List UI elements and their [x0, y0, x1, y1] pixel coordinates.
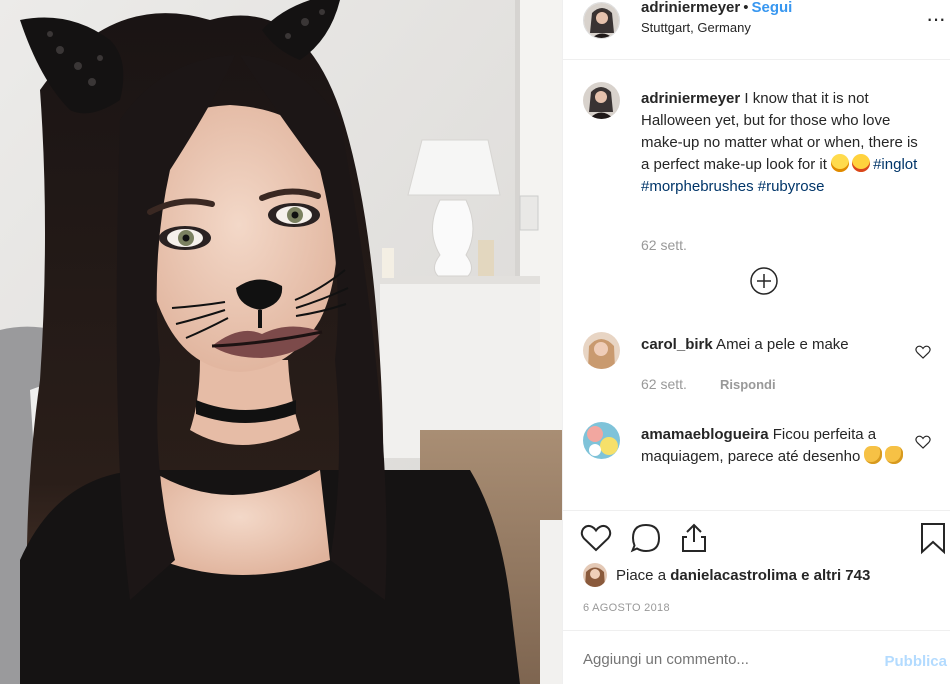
- comments-list: adriniermeyer I know that it is not Hall…: [563, 60, 950, 510]
- commenter-avatar[interactable]: [583, 422, 620, 459]
- post-image: [0, 0, 562, 684]
- liker-avatar[interactable]: [583, 563, 607, 587]
- comment-username[interactable]: amamaeblogueira: [641, 426, 769, 443]
- clapping-hands-icon: [864, 446, 883, 464]
- location-link[interactable]: Stuttgart, Germany: [641, 20, 751, 35]
- comment-body: Amei a pele e make: [712, 336, 849, 353]
- likes-prefix: Piace a: [616, 567, 671, 584]
- hashtag-rubyrose[interactable]: #rubyrose: [758, 178, 825, 195]
- caption-text: adriniermeyer I know that it is not Hall…: [641, 88, 926, 198]
- comment-input[interactable]: [583, 651, 853, 668]
- comment-icon[interactable]: [629, 521, 663, 555]
- post-header: adriniermeyer • Segui Stuttgart, Germany ·…: [563, 0, 950, 60]
- like-comment-heart-icon[interactable]: [915, 344, 931, 360]
- like-comment-heart-icon[interactable]: [915, 434, 931, 450]
- hashtag-morphebrushes[interactable]: #morphebrushes: [641, 178, 754, 195]
- post-sidebar: adriniermeyer • Segui Stuttgart, Germany ·…: [562, 0, 950, 684]
- post-actions: Piace a danielacastrolima e altri 743 6 …: [563, 510, 950, 630]
- author-row: adriniermeyer • Segui: [641, 0, 792, 16]
- comment-username[interactable]: carol_birk: [641, 336, 713, 353]
- liker-username[interactable]: danielacastrolima: [670, 567, 797, 584]
- post-photo[interactable]: [0, 0, 562, 684]
- comment-text: amamaeblogueira Ficou perfeita a maquiag…: [641, 424, 926, 468]
- smiling-face-icon: [831, 154, 850, 172]
- author-avatar[interactable]: [583, 2, 620, 39]
- hashtag-inglot[interactable]: #inglot: [873, 156, 917, 173]
- caption-avatar[interactable]: [583, 82, 620, 119]
- clapping-hands-icon: [885, 446, 904, 464]
- star-struck-icon: [852, 154, 871, 172]
- share-icon[interactable]: [677, 521, 711, 555]
- separator-dot: •: [743, 0, 749, 16]
- post-date[interactable]: 6 AGOSTO 2018: [583, 602, 670, 614]
- add-comment-bar: Pubblica: [563, 630, 950, 684]
- reply-button[interactable]: Rispondi: [720, 377, 776, 392]
- follow-button[interactable]: Segui: [752, 0, 793, 16]
- author-username[interactable]: adriniermeyer: [641, 0, 740, 16]
- publish-button[interactable]: Pubblica: [884, 653, 947, 670]
- plus-circle-icon[interactable]: [749, 266, 779, 296]
- bookmark-icon[interactable]: [919, 521, 947, 555]
- likes-others[interactable]: e altri 743: [797, 567, 870, 584]
- comment-time[interactable]: 62 sett.: [641, 376, 687, 392]
- commenter-avatar[interactable]: [583, 332, 620, 369]
- heart-icon[interactable]: [579, 521, 613, 555]
- caption-username[interactable]: adriniermeyer: [641, 90, 740, 107]
- more-options-icon[interactable]: ···: [926, 6, 946, 32]
- comment-text: carol_birk Amei a pele e make: [641, 334, 926, 356]
- caption-time[interactable]: 62 sett.: [641, 237, 687, 253]
